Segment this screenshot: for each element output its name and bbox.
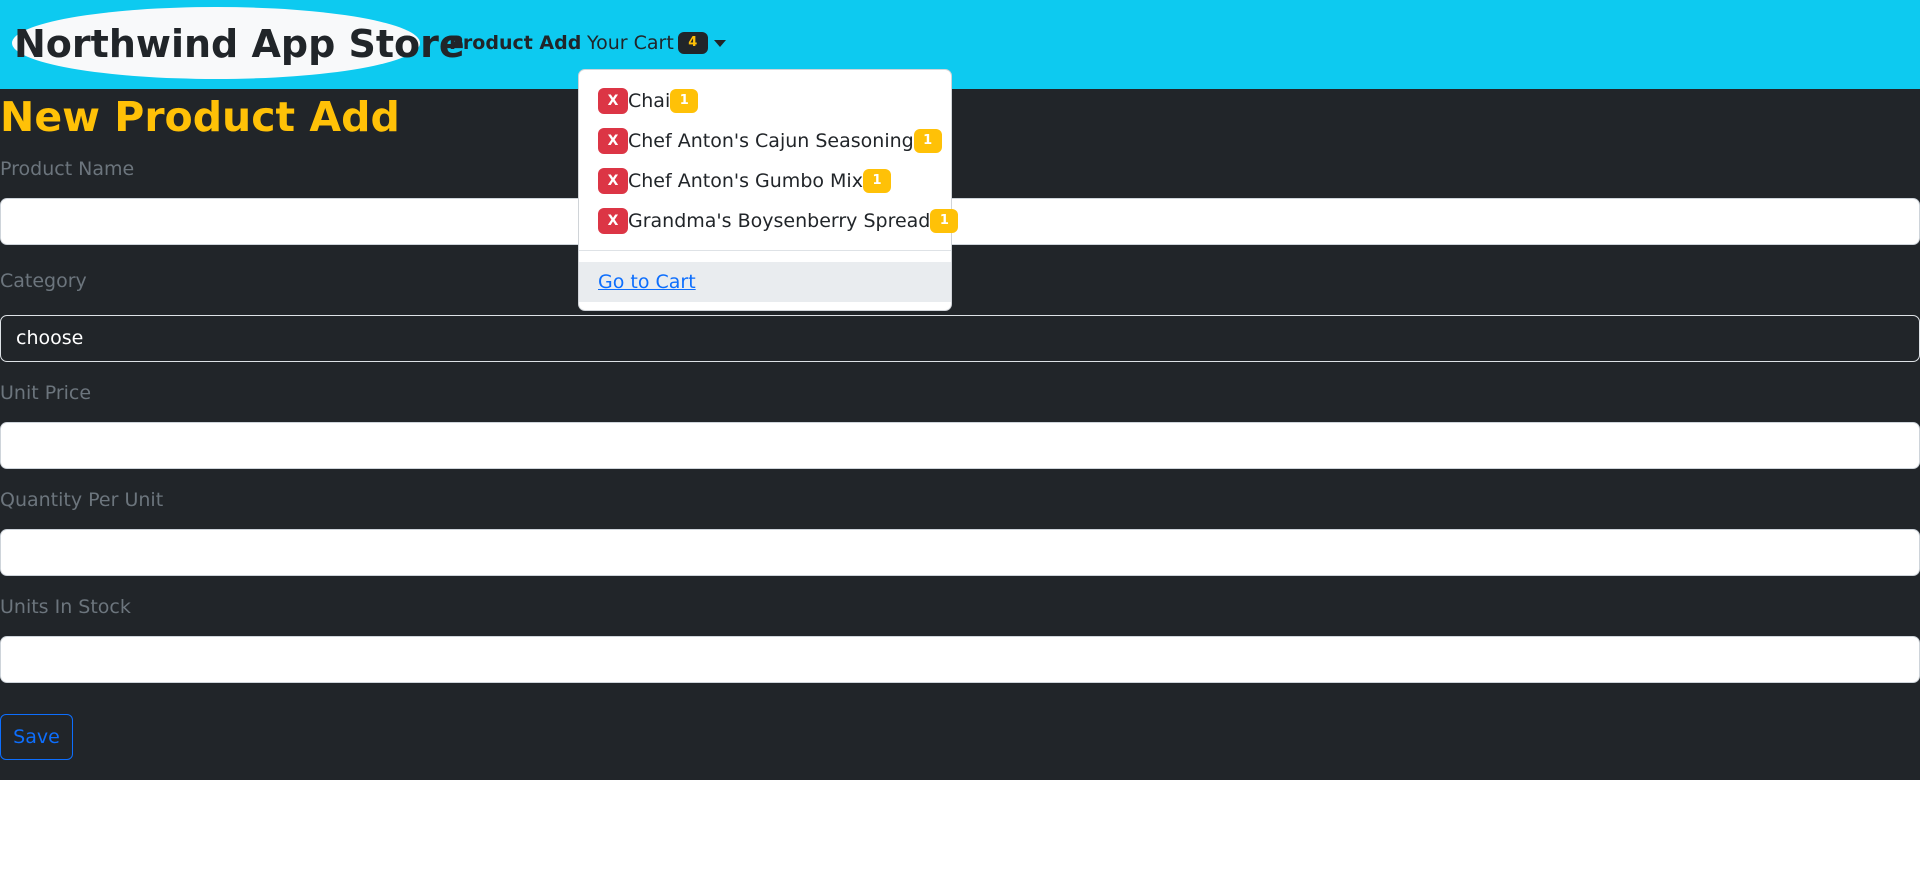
units-in-stock-input[interactable] [0, 636, 1920, 683]
nav-product-add-link[interactable]: Product Add [449, 28, 581, 58]
cart-item[interactable]: X Chef Anton's Gumbo Mix 1 [598, 167, 891, 195]
brand-title[interactable]: Northwind App Store [14, 16, 465, 72]
caret-down-icon [713, 39, 726, 47]
cart-dropdown-toggle[interactable]: Your Cart 4 [587, 28, 726, 58]
cart-item-name: Chef Anton's Gumbo Mix [628, 170, 863, 192]
save-button[interactable]: Save [0, 714, 73, 760]
cart-item[interactable]: X Chai 1 [598, 87, 699, 115]
product-name-input[interactable] [0, 198, 1920, 245]
dropdown-divider [579, 250, 951, 251]
unit-price-label: Unit Price [0, 382, 92, 404]
page-title: New Product Add [0, 93, 400, 141]
cart-item-quantity-badge: 1 [930, 209, 959, 233]
cart-item-quantity-badge: 1 [670, 89, 699, 113]
navbar: Northwind App Store Product Add Your Car… [0, 0, 1920, 89]
remove-item-button[interactable]: X [598, 128, 628, 154]
quantity-per-unit-label: Quantity Per Unit [0, 489, 164, 511]
category-label: Category [0, 270, 87, 292]
units-in-stock-label: Units In Stock [0, 596, 131, 618]
go-to-cart-link[interactable]: Go to Cart [598, 270, 696, 294]
remove-item-button[interactable]: X [598, 168, 628, 194]
remove-item-button[interactable]: X [598, 88, 628, 114]
cart-item-name: Chef Anton's Cajun Seasoning [628, 130, 914, 152]
category-select[interactable]: choose [0, 315, 1920, 362]
cart-item[interactable]: X Grandma's Boysenberry Spread 1 [598, 207, 959, 235]
product-name-label: Product Name [0, 158, 135, 180]
cart-count-badge: 4 [677, 32, 708, 54]
cart-item[interactable]: X Chef Anton's Cajun Seasoning 1 [598, 127, 942, 155]
quantity-per-unit-input[interactable] [0, 529, 1920, 576]
go-to-cart-item[interactable]: Go to Cart [579, 262, 951, 302]
cart-label: Your Cart [587, 32, 674, 54]
cart-item-quantity-badge: 1 [862, 169, 891, 193]
cart-item-name: Chai [628, 90, 671, 112]
cart-dropdown-menu: X Chai 1 X Chef Anton's Cajun Seasoning … [578, 69, 959, 311]
remove-item-button[interactable]: X [598, 208, 628, 234]
unit-price-input[interactable] [0, 422, 1920, 469]
cart-item-name: Grandma's Boysenberry Spread [628, 210, 931, 232]
cart-item-quantity-badge: 1 [913, 129, 942, 153]
